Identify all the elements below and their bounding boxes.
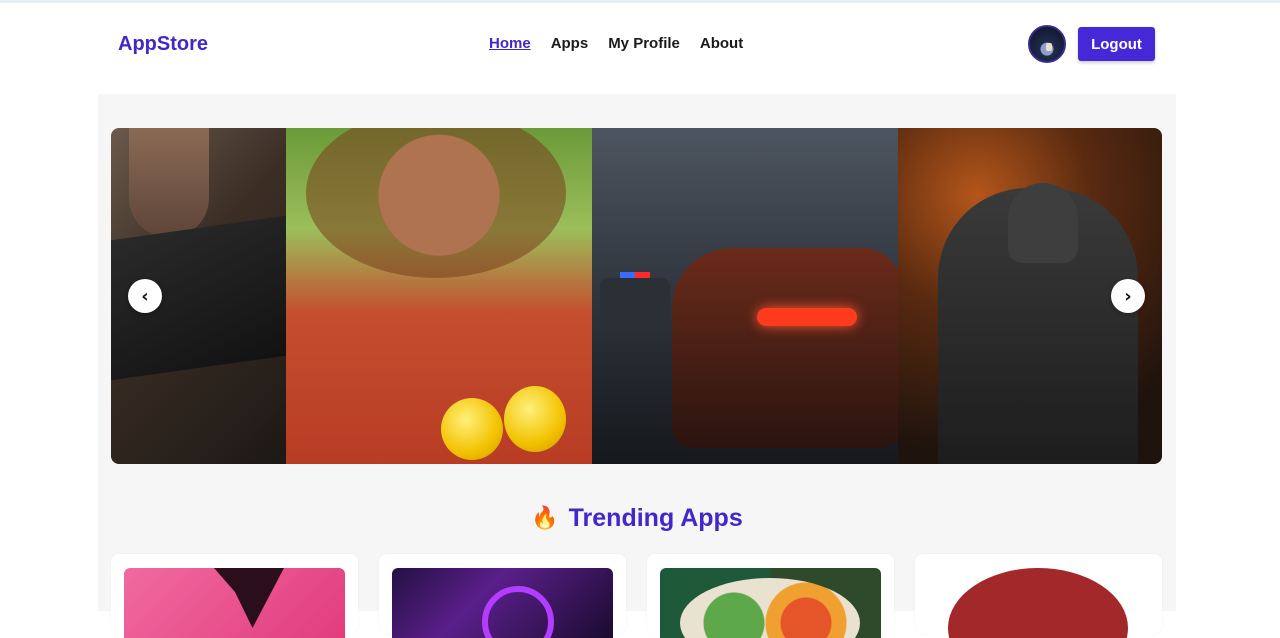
carousel-slide-coins[interactable] (286, 128, 592, 464)
carousel-prev-button[interactable]: ‹ (128, 279, 162, 313)
trending-app-list (111, 554, 1162, 638)
logout-button[interactable]: Logout (1078, 27, 1155, 61)
main-nav: Home Apps My Profile About (489, 35, 743, 52)
app-card[interactable] (111, 554, 358, 638)
fire-icon: 🔥 (531, 506, 559, 531)
app-thumbnail (124, 568, 345, 638)
app-thumbnail (392, 568, 613, 638)
site-header: AppStore Home Apps My Profile About Logo… (0, 3, 1280, 87)
brand-logo[interactable]: AppStore (118, 33, 208, 56)
user-avatar[interactable] (1028, 25, 1066, 63)
trending-header: 🔥 Trending Apps (98, 504, 1176, 533)
app-card[interactable] (915, 554, 1162, 638)
carousel-next-button[interactable]: › (1111, 279, 1145, 313)
nav-my-profile[interactable]: My Profile (608, 35, 680, 52)
banner-carousel (111, 128, 1162, 464)
app-thumbnail (660, 568, 881, 638)
main-content: ‹ › 🔥 Trending Apps (98, 94, 1176, 638)
trending-title: Trending Apps (568, 504, 743, 532)
nav-home[interactable]: Home (489, 35, 531, 52)
nav-about[interactable]: About (700, 35, 743, 52)
nav-apps[interactable]: Apps (551, 35, 589, 52)
carousel-slide-racing[interactable] (592, 128, 898, 464)
app-card[interactable] (647, 554, 894, 638)
app-thumbnail (928, 568, 1149, 638)
app-card[interactable] (379, 554, 626, 638)
